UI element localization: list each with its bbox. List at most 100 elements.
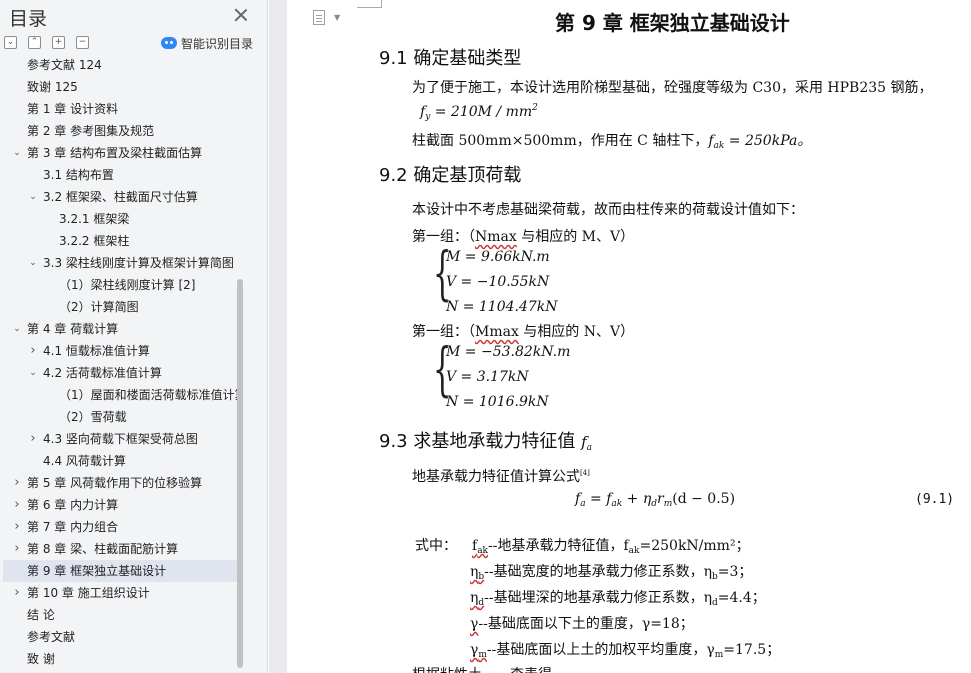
toc-item[interactable]: ⌄ 第 3 章 结构布置及梁柱截面估算 — [3, 142, 238, 164]
document-icon[interactable] — [313, 10, 325, 25]
toc-item-label: 第 2 章 参考图集及规范 — [27, 124, 155, 138]
toc-item-label: 第 3 章 结构布置及梁柱截面估算 — [27, 146, 203, 160]
toc-list: 参考文献 124 致谢 125 第 1 章 设计资料第 2 章 参考图集及规范 ⌄ 第 … — [0, 56, 244, 673]
toc-item[interactable]: 参考文献 — [3, 626, 238, 648]
where-line: fak--地基承载力特征值，fak=250kN/mm²； — [472, 538, 750, 556]
group2-line: N = 1016.9kN — [446, 394, 549, 410]
document-page: ▼ 第 9 章 框架独立基础设计 9.1 确定基础类型 为了便于施工，本设计选用… — [287, 0, 971, 673]
toc-item-label: 第 8 章 梁、柱截面配筋计算 — [27, 542, 179, 556]
chapter-title: 第 9 章 框架独立基础设计 — [555, 11, 790, 35]
chevron-right-icon[interactable]: › — [11, 472, 23, 494]
toc-panel: 目录 ⌄ ⌃ + − 智能识别目录 参考文献 124 致谢 125 第 1 章 设计… — [0, 0, 268, 673]
toc-scrollbar[interactable] — [237, 279, 243, 668]
toc-item[interactable]: 3.2.2 框架柱 — [3, 230, 238, 252]
toc-item-label: 第 9 章 框架独立基础设计 — [27, 564, 167, 578]
toc-item[interactable]: › 4.1 恒载标准值计算 — [3, 340, 238, 362]
toc-item[interactable]: （2）雪荷载 — [3, 406, 238, 428]
chevron-down-icon[interactable]: ⌄ — [27, 362, 39, 384]
toc-item[interactable]: › 第 5 章 风荷载作用下的位移验算 — [3, 472, 238, 494]
toc-item[interactable]: › 第 7 章 内力组合 — [3, 516, 238, 538]
chevron-down-icon[interactable]: ⌄ — [11, 142, 23, 164]
smart-toc-label: 智能识别目录 — [181, 36, 254, 51]
toc-item[interactable]: 3.2.1 框架梁 — [3, 208, 238, 230]
toc-item-label: （1）屋面和楼面活荷载标准值计算 — [59, 388, 238, 402]
group1-line: V = −10.55kN — [446, 274, 550, 290]
toc-item[interactable]: › 4.3 竖向荷载下框架受荷总图 — [3, 428, 238, 450]
toc-item-label: 4.4 风荷载计算 — [43, 454, 126, 468]
toc-item-label: 结 论 — [27, 608, 55, 622]
toc-item-label: 第 5 章 风荷载作用下的位移验算 — [27, 476, 203, 490]
toc-item[interactable]: 第 2 章 参考图集及规范 — [3, 120, 238, 142]
where-line: ηd--基础埋深的地基承载力修正系数，ηd=4.4； — [470, 590, 766, 608]
add-icon[interactable]: + — [52, 36, 65, 49]
toc-item-label: 3.3 梁柱线刚度计算及框架计算简图 — [43, 256, 234, 270]
expand-icon[interactable]: ⌃ — [28, 36, 41, 49]
formula-9-1: fa = fak + ηdrm(d − 0.5) — [575, 491, 736, 509]
chevron-down-icon[interactable]: ⌄ — [27, 252, 39, 274]
toc-item[interactable]: 第 1 章 设计资料 — [3, 98, 238, 120]
toc-item-label: 致 谢 — [27, 652, 55, 666]
toc-item[interactable]: 致 谢 — [3, 648, 238, 670]
chevron-right-icon[interactable]: › — [11, 516, 23, 538]
group2-line: M = −53.82kN.m — [446, 344, 571, 360]
toc-item-label: 第 6 章 内力计算 — [27, 498, 119, 512]
toc-item[interactable]: › 第 10 章 施工组织设计 — [3, 582, 238, 604]
toc-item[interactable]: （2）计算简图 — [3, 296, 238, 318]
toc-item-label: 第 10 章 施工组织设计 — [27, 586, 150, 600]
toc-item[interactable]: 3.1 结构布置 — [3, 164, 238, 186]
where-line: γm--基础底面以上土的加权平均重度，γm=17.5； — [470, 642, 781, 660]
toc-item[interactable]: 致谢 125 — [3, 76, 238, 98]
toc-item[interactable]: 结 论 — [3, 604, 238, 626]
toc-item-label: 3.2 框架梁、柱截面尺寸估算 — [43, 190, 198, 204]
chevron-right-icon[interactable]: › — [27, 428, 39, 450]
toc-title: 目录 — [9, 8, 48, 30]
toc-item-label: 参考文献 — [27, 630, 76, 644]
toc-item[interactable]: 第 9 章 框架独立基础设计 — [3, 560, 238, 582]
chevron-right-icon[interactable]: › — [27, 340, 39, 362]
chevron-down-icon[interactable]: ▼ — [334, 13, 340, 22]
toc-item-label: 第 1 章 设计资料 — [27, 102, 119, 116]
toc-item[interactable]: （1）梁柱线刚度计算 [2] — [3, 274, 238, 296]
toc-item-label: （2）计算简图 — [59, 300, 139, 314]
toc-item-label: （1）梁柱线刚度计算 [2] — [59, 278, 196, 292]
collapse-all-icon[interactable]: ⌄ — [4, 36, 17, 49]
smart-toc-button[interactable]: 智能识别目录 — [161, 34, 253, 52]
toc-item-label: 3.2.2 框架柱 — [59, 234, 130, 248]
toc-item-label: 致谢 125 — [27, 80, 78, 94]
ai-icon — [161, 37, 177, 49]
doc-gutter — [269, 0, 287, 673]
chevron-right-icon[interactable]: › — [11, 582, 23, 604]
chevron-right-icon[interactable]: › — [11, 538, 23, 560]
section-9-2-title: 9.2 确定基顶荷载 — [379, 165, 522, 186]
toc-item-label: 第 7 章 内力组合 — [27, 520, 119, 534]
remove-icon[interactable]: − — [76, 36, 89, 49]
toc-item[interactable]: ⌄ 第 4 章 荷载计算 — [3, 318, 238, 340]
toc-item[interactable]: 参考文献 124 — [3, 56, 238, 76]
toc-item[interactable]: ⌄ 4.2 活荷载标准值计算 — [3, 362, 238, 384]
where-line: ηb--基础宽度的地基承载力修正系数，ηb=3； — [470, 564, 753, 582]
toc-item-label: 4.3 竖向荷载下框架受荷总图 — [43, 432, 198, 446]
group1-line: N = 1104.47kN — [446, 299, 558, 315]
formula-number: (9.1) — [915, 492, 955, 507]
toc-item-label: （2）雪荷载 — [59, 410, 127, 424]
chevron-right-icon[interactable]: › — [11, 494, 23, 516]
s1-paragraph-2: 柱截面 500mm×500mm，作用在 C 轴柱下，fak = 250kPa。 — [412, 133, 812, 151]
toc-item-label: 3.2.1 框架梁 — [59, 212, 130, 226]
toc-item[interactable]: （1）屋面和楼面活荷载标准值计算 — [3, 384, 238, 406]
s1-paragraph-1: 为了便于施工，本设计选用阶梯型基础，砼强度等级为 C30，采用 HPB235 钢… — [412, 80, 933, 96]
toc-item[interactable]: 4.4 风荷载计算 — [3, 450, 238, 472]
close-icon[interactable] — [233, 7, 249, 23]
group1-line: M = 9.66kN.m — [446, 249, 550, 265]
toc-item[interactable]: › 第 8 章 梁、柱截面配筋计算 — [3, 538, 238, 560]
chevron-down-icon[interactable]: ⌄ — [11, 318, 23, 340]
chevron-down-icon[interactable]: ⌄ — [27, 186, 39, 208]
last-line: 根据粘性土……查表得…… — [412, 664, 580, 673]
toc-item-label: 4.2 活荷载标准值计算 — [43, 366, 162, 380]
toc-item-label: 参考文献 124 — [27, 58, 102, 72]
toc-item[interactable]: ⌄ 3.3 梁柱线刚度计算及框架计算简图 — [3, 252, 238, 274]
toc-item-label: 第 4 章 荷载计算 — [27, 322, 119, 336]
fy-formula: fy = 210M / mm2 — [420, 103, 538, 122]
s2-paragraph-1: 本设计中不考虑基础梁荷载，故而由柱传来的荷载设计值如下： — [412, 202, 804, 218]
toc-item[interactable]: ⌄ 3.2 框架梁、柱截面尺寸估算 — [3, 186, 238, 208]
toc-item[interactable]: › 第 6 章 内力计算 — [3, 494, 238, 516]
